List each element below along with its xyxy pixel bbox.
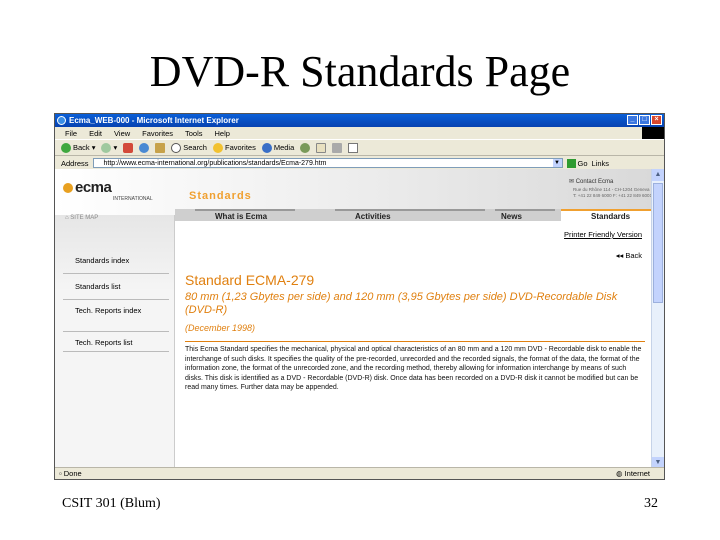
- globe-icon: ◍: [616, 469, 623, 478]
- sidebar: ⌂ SITE MAP Standards index Standards lis…: [55, 215, 175, 469]
- go-arrow-icon: [566, 158, 576, 168]
- address-label: Address: [61, 158, 89, 168]
- standard-description: This Ecma Standard specifies the mechani…: [185, 346, 642, 391]
- footer-course: CSIT 301 (Blum): [62, 496, 161, 511]
- nav-tabs: What is Ecma Activities News Standards: [175, 209, 652, 221]
- vertical-scrollbar[interactable]: ▲ ▼: [651, 169, 664, 469]
- windows-logo-icon: [642, 127, 664, 139]
- media-button[interactable]: Media: [261, 142, 294, 153]
- title-divider: [185, 341, 645, 342]
- standard-title: Standard ECMA-279: [185, 272, 315, 288]
- refresh-icon: [139, 142, 150, 153]
- toolbar: Back ▾ ▾ Search Favorites Media: [55, 139, 664, 156]
- address-input[interactable]: http://www.ecma-international.org/public…: [92, 158, 563, 168]
- contact-link[interactable]: ✉ Contact Ecma: [569, 178, 613, 185]
- maximize-button[interactable]: □: [639, 115, 650, 125]
- chevron-down-icon[interactable]: ▼: [552, 159, 562, 167]
- slide-number: 32: [644, 496, 658, 511]
- stop-icon: [123, 142, 134, 153]
- scroll-thumb[interactable]: [653, 183, 663, 303]
- mail-button[interactable]: [316, 142, 327, 153]
- tab-news[interactable]: News: [495, 209, 555, 221]
- home-button[interactable]: [155, 142, 166, 153]
- logo-subtitle: INTERNATIONAL: [113, 196, 153, 202]
- close-button[interactable]: ×: [651, 115, 662, 125]
- menu-view[interactable]: View: [114, 129, 130, 138]
- sitemap-link[interactable]: ⌂ SITE MAP: [65, 215, 98, 221]
- print-button[interactable]: [332, 142, 343, 153]
- tab-standards[interactable]: Standards: [561, 209, 652, 221]
- ie-icon: [57, 116, 66, 125]
- menu-edit[interactable]: Edit: [89, 129, 102, 138]
- sidebar-item-tech-reports-list[interactable]: Tech. Reports list: [75, 339, 133, 347]
- security-zone: ◍ Internet: [616, 469, 650, 478]
- stop-button[interactable]: [123, 142, 134, 153]
- minimize-button[interactable]: _: [627, 115, 638, 125]
- tab-what-is-ecma[interactable]: What is Ecma: [195, 209, 295, 221]
- sidebar-item-tech-reports-index[interactable]: Tech. Reports index: [75, 307, 155, 315]
- status-bar: ▫ Done ◍ Internet: [55, 467, 664, 479]
- menu-favorites[interactable]: Favorites: [142, 129, 173, 138]
- back-arrow-icon: [61, 142, 71, 153]
- go-button[interactable]: Go: [566, 158, 588, 168]
- menu-help[interactable]: Help: [215, 129, 230, 138]
- forward-button[interactable]: ▾: [101, 142, 117, 153]
- menu-tools[interactable]: Tools: [185, 129, 203, 138]
- refresh-button[interactable]: [139, 142, 150, 153]
- main-content: Printer Friendly Version ◂◂ Back Standar…: [177, 221, 652, 469]
- back-arrows-icon: ◂◂: [615, 251, 624, 260]
- ecma-logo[interactable]: ecma: [63, 179, 112, 196]
- sidebar-divider: [63, 273, 169, 274]
- print-icon: [332, 142, 343, 153]
- page-icon: ▫: [59, 469, 62, 478]
- logo-mark-icon: [63, 183, 73, 194]
- history-icon: [300, 142, 311, 153]
- address-value: http://www.ecma-international.org/public…: [103, 160, 327, 167]
- back-button[interactable]: Back ▾: [61, 142, 95, 153]
- window-titlebar[interactable]: Ecma_WEB-000 - Microsoft Internet Explor…: [55, 114, 664, 127]
- standard-subtitle: 80 mm (1,23 Gbytes per side) and 120 mm …: [185, 291, 618, 316]
- sidebar-item-standards-list[interactable]: Standards list: [75, 283, 120, 291]
- search-button[interactable]: Search: [171, 142, 207, 153]
- back-link[interactable]: ◂◂ Back: [616, 251, 642, 260]
- section-title: Standards: [189, 190, 252, 202]
- home-icon: [155, 142, 166, 153]
- sidebar-item-standards-index[interactable]: Standards index: [75, 257, 129, 265]
- favorites-button[interactable]: Favorites: [212, 142, 256, 153]
- sidebar-divider: [63, 351, 169, 352]
- menu-bar: File Edit View Favorites Tools Help: [55, 127, 664, 139]
- contact-address: Rue du Rhône 114 - CH-1204 Geneva T: +41…: [573, 187, 652, 198]
- sidebar-divider: [63, 331, 169, 332]
- slide-title: DVD-R Standards Page: [149, 47, 571, 96]
- standard-date: (December 1998): [185, 323, 256, 333]
- edit-icon: [348, 142, 359, 153]
- history-button[interactable]: [300, 142, 311, 153]
- printer-friendly-link[interactable]: Printer Friendly Version: [564, 230, 642, 239]
- page-viewport: ecma INTERNATIONAL Standards ✉ Contact E…: [55, 169, 652, 469]
- status-text: Done: [63, 469, 82, 478]
- tab-activities[interactable]: Activities: [335, 209, 485, 221]
- mail-icon: [316, 142, 327, 153]
- sidebar-divider: [63, 299, 169, 300]
- edit-button[interactable]: [348, 142, 359, 153]
- scroll-up-icon[interactable]: ▲: [652, 169, 664, 181]
- menu-file[interactable]: File: [65, 129, 77, 138]
- forward-arrow-icon: [101, 142, 112, 153]
- window-title: Ecma_WEB-000 - Microsoft Internet Explor…: [69, 116, 239, 125]
- search-icon: [171, 142, 182, 153]
- star-icon: [212, 142, 223, 153]
- media-icon: [261, 142, 272, 153]
- links-button[interactable]: Links: [592, 159, 610, 168]
- browser-window: Ecma_WEB-000 - Microsoft Internet Explor…: [54, 113, 665, 480]
